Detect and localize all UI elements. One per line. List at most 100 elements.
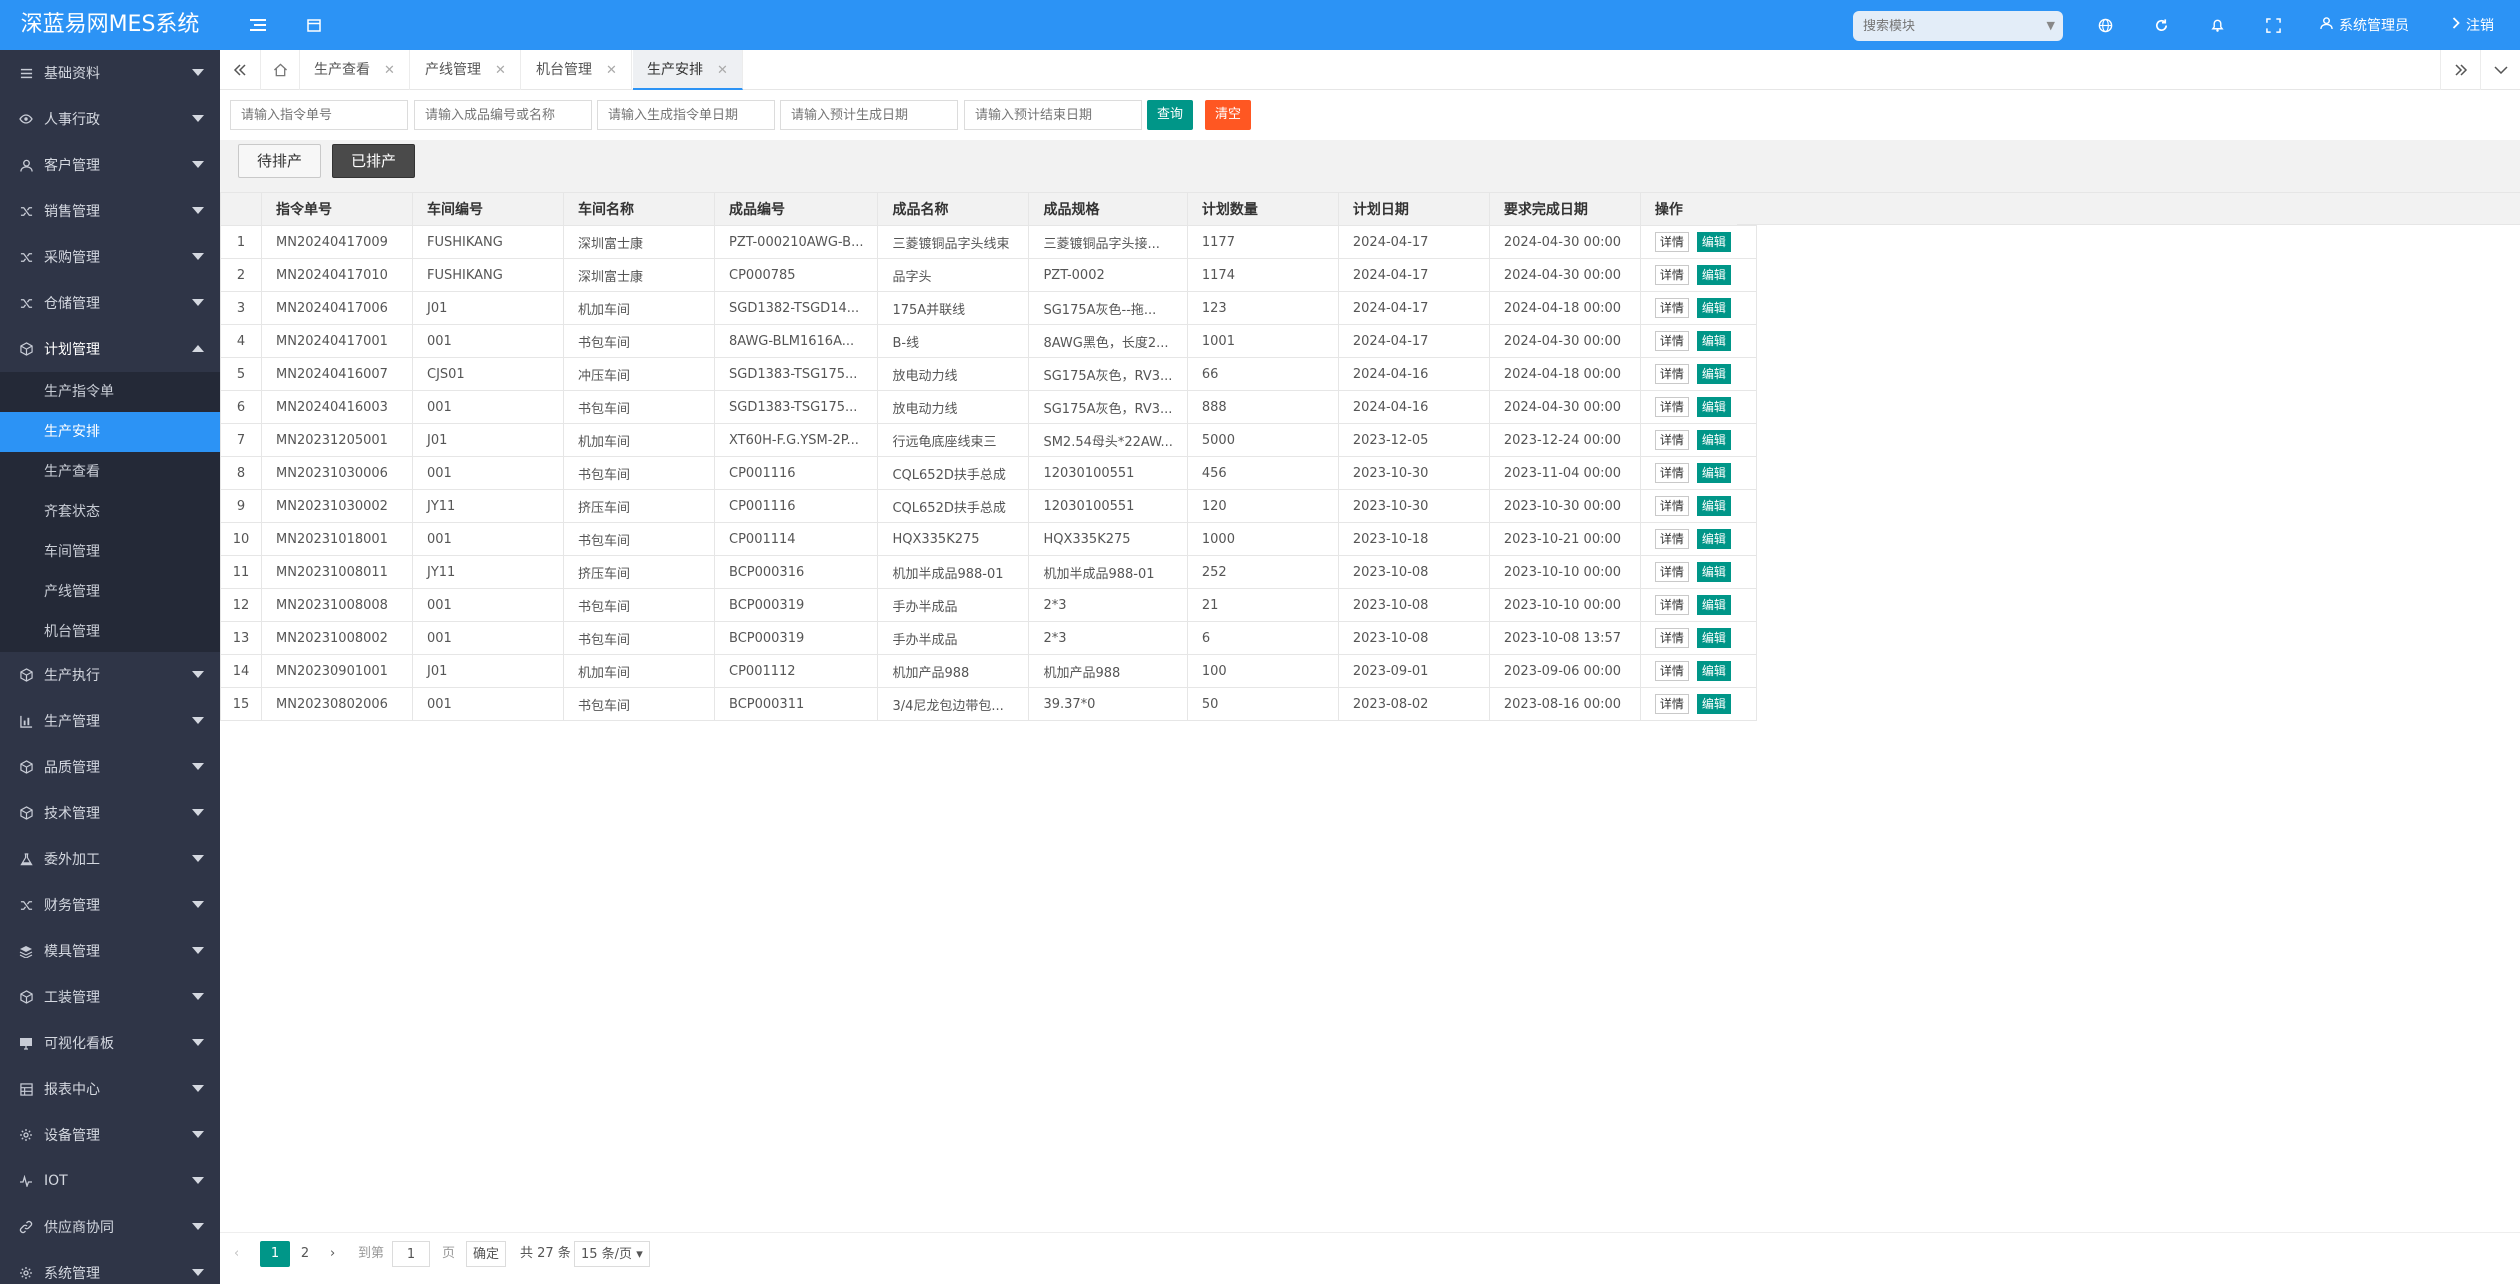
detail-button[interactable]: 详情 [1654,529,1689,549]
refresh-icon[interactable] [2139,0,2183,50]
sidebar-menu-item-113[interactable]: 系统管理 [0,1250,220,1284]
table-row[interactable]: 11 MN20231008011 JY11 挤压车间 BCP000316 机加半成品988… [220,555,1757,589]
column-header[interactable]: 计划数量 [1186,192,1339,226]
detail-button[interactable]: 详情 [1654,661,1689,681]
edit-button[interactable]: 编辑 [1696,298,1731,318]
sidebar-subitem-6[interactable]: 机台管理 [0,612,220,652]
tabs-menu-chevron-icon[interactable] [2480,50,2520,90]
sidebar-menu-item-100[interactable]: 生产执行 [0,652,220,698]
current-user[interactable]: 系统管理员 [2320,0,2409,50]
edit-button[interactable]: 编辑 [1696,628,1731,648]
query-button[interactable]: 查询 [1147,100,1194,130]
goto-confirm-button[interactable]: 确定 [466,1241,506,1267]
edit-button[interactable]: 编辑 [1696,430,1731,450]
edit-button[interactable]: 编辑 [1696,364,1731,384]
sidebar-menu-item-108[interactable]: 可视化看板 [0,1020,220,1066]
goto-page-input[interactable]: 1 [392,1241,430,1267]
detail-button[interactable]: 详情 [1654,232,1689,252]
table-row[interactable]: 10 MN20231018001 001 书包车间 CP001114 HQX335K275… [220,522,1757,556]
sidebar-menu-item-104[interactable]: 委外加工 [0,836,220,882]
edit-button[interactable]: 编辑 [1696,529,1731,549]
sidebar-menu-item-103[interactable]: 技术管理 [0,790,220,836]
column-header[interactable]: 要求完成日期 [1488,192,1641,226]
page-size-select[interactable]: 15 条/页 ▾ [574,1241,650,1267]
sidebar-menu-item-105[interactable]: 财务管理 [0,882,220,928]
plan-end-date-input[interactable] [964,100,1142,130]
menu-toggle-icon[interactable] [236,0,280,50]
table-row[interactable]: 13 MN20231008002 001 书包车间 BCP000319 手办半成品 2*3 6… [220,621,1757,655]
module-search[interactable]: ▼ [1853,11,2063,41]
detail-button[interactable]: 详情 [1654,463,1689,483]
sidebar-menu-item-4[interactable]: 采购管理 [0,234,220,280]
column-header[interactable]: 计划日期 [1337,192,1490,226]
edit-button[interactable]: 编辑 [1696,661,1731,681]
sidebar-menu-item-109[interactable]: 报表中心 [0,1066,220,1112]
edit-button[interactable]: 编辑 [1696,397,1731,417]
column-header[interactable]: 车间名称 [563,192,715,226]
tabs-scroll-left-icon[interactable] [220,50,260,90]
detail-button[interactable]: 详情 [1654,496,1689,516]
sidebar-subitem-3[interactable]: 齐套状态 [0,492,220,532]
sidebar-menu-item-0[interactable]: 基础资料 [0,50,220,96]
sidebar-menu-item-6[interactable]: 计划管理 [0,326,220,372]
clear-button[interactable]: 清空 [1205,100,1252,130]
tab-line-management[interactable]: 产线管理 ✕ [411,50,521,90]
edit-button[interactable]: 编辑 [1696,496,1731,516]
table-row[interactable]: 6 MN20240416003 001 书包车间 SGD1383-TSG175... 放电… [220,390,1757,424]
detail-button[interactable]: 详情 [1654,562,1689,582]
sidebar-menu-item-1[interactable]: 人事行政 [0,96,220,142]
table-row[interactable]: 1 MN20240417009 FUSHIKANG 深圳富士康 PZT-000210AW… [220,225,1757,259]
sidebar-menu-item-102[interactable]: 品质管理 [0,744,220,790]
sidebar-menu-item-101[interactable]: 生产管理 [0,698,220,744]
sidebar-subitem-1[interactable]: 生产安排 [0,412,220,452]
calendar-icon[interactable] [292,0,336,50]
tab-machine-management[interactable]: 机台管理 ✕ [522,50,632,90]
sidebar-subitem-5[interactable]: 产线管理 [0,572,220,612]
edit-button[interactable]: 编辑 [1696,331,1731,351]
product-input[interactable] [414,100,592,130]
detail-button[interactable]: 详情 [1654,331,1689,351]
detail-button[interactable]: 详情 [1654,628,1689,648]
table-row[interactable]: 14 MN20230901001 J01 机加车间 CP001112 机加产品988 机加产… [220,654,1757,688]
edit-button[interactable]: 编辑 [1696,562,1731,582]
page-2-button[interactable]: 2 [290,1241,320,1267]
sidebar-menu-item-2[interactable]: 客户管理 [0,142,220,188]
edit-button[interactable]: 编辑 [1696,265,1731,285]
tab-production-schedule[interactable]: 生产安排 ✕ [633,50,743,90]
detail-button[interactable]: 详情 [1654,397,1689,417]
sidebar-menu-item-3[interactable]: 销售管理 [0,188,220,234]
column-header[interactable]: 车间编号 [412,192,564,226]
close-icon[interactable]: ✕ [717,63,728,78]
sidebar-subitem-0[interactable]: 生产指令单 [0,372,220,412]
detail-button[interactable]: 详情 [1654,265,1689,285]
bell-icon[interactable] [2195,0,2239,50]
tabs-scroll-right-icon[interactable] [2440,50,2480,90]
detail-button[interactable]: 详情 [1654,298,1689,318]
edit-button[interactable]: 编辑 [1696,694,1731,714]
column-header[interactable]: 成品规格 [1028,192,1188,226]
scheduled-button[interactable]: 已排产 [332,144,416,178]
sidebar-menu-item-110[interactable]: 设备管理 [0,1112,220,1158]
close-icon[interactable]: ✕ [495,63,506,78]
sidebar-subitem-2[interactable]: 生产查看 [0,452,220,492]
table-row[interactable]: 15 MN20230802006 001 书包车间 BCP000311 3/4尼龙包边带包… [220,687,1757,721]
create-date-input[interactable] [597,100,775,130]
close-icon[interactable]: ✕ [384,63,395,78]
table-row[interactable]: 5 MN20240416007 CJS01 冲压车间 SGD1383-TSG175...… [220,357,1757,391]
table-row[interactable]: 3 MN20240417006 J01 机加车间 SGD1382-TSGD14... 17… [220,291,1757,325]
plan-gen-date-input[interactable] [780,100,958,130]
app-logo-title[interactable]: 深蓝易网MES系统 [0,0,220,50]
edit-button[interactable]: 编辑 [1696,595,1731,615]
detail-button[interactable]: 详情 [1654,364,1689,384]
table-row[interactable]: 7 MN20231205001 J01 机加车间 XT60H-F.G.YSM-2P...… [220,423,1757,457]
home-icon[interactable] [260,50,300,90]
module-search-input[interactable] [1853,11,2023,41]
table-row[interactable]: 2 MN20240417010 FUSHIKANG 深圳富士康 CP000785 品字头 P… [220,258,1757,292]
tab-production-view[interactable]: 生产查看 ✕ [300,50,410,90]
edit-button[interactable]: 编辑 [1696,463,1731,483]
sidebar-menu-item-107[interactable]: 工装管理 [0,974,220,1020]
column-header[interactable]: 成品编号 [713,192,879,226]
detail-button[interactable]: 详情 [1654,694,1689,714]
table-row[interactable]: 4 MN20240417001 001 书包车间 8AWG-BLM1616A... B-线… [220,324,1757,358]
sidebar-menu-item-106[interactable]: 模具管理 [0,928,220,974]
